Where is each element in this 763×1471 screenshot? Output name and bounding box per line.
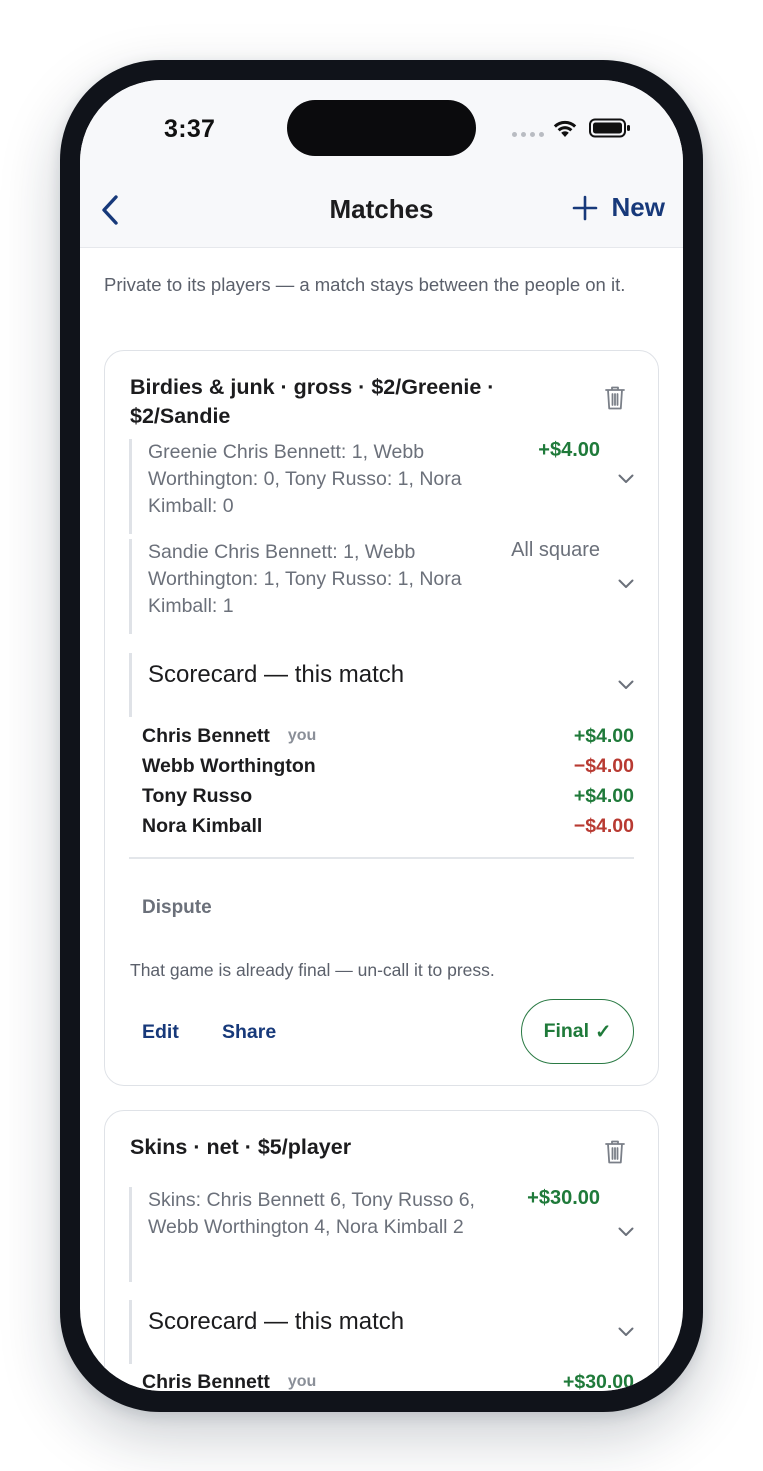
chevron-down-icon bbox=[618, 1327, 634, 1336]
game-line-amount: +$30.00 bbox=[527, 1187, 600, 1209]
game-line-skins[interactable]: Skins: Chris Bennett 6, Tony Russo 6, We… bbox=[129, 1187, 634, 1282]
match-title: Skins · net · $5/player bbox=[130, 1135, 352, 1159]
final-notice: That game is already final — un-call it … bbox=[130, 960, 495, 980]
trash-icon[interactable] bbox=[604, 1139, 626, 1165]
scorecard-label: Scorecard — this match bbox=[148, 1308, 405, 1335]
player-name: Nora Kimball bbox=[142, 814, 263, 837]
final-label: Final bbox=[543, 1020, 590, 1042]
scorecard-label: Scorecard — this match bbox=[148, 661, 405, 688]
privacy-note: Private to its players — a match stays b… bbox=[104, 274, 626, 295]
you-badge: you bbox=[287, 1373, 317, 1390]
trash-icon[interactable] bbox=[604, 385, 626, 411]
dynamic-island bbox=[287, 100, 476, 156]
new-button-label: New bbox=[611, 192, 665, 222]
player-row: Webb Worthington −$4.00 bbox=[142, 751, 634, 781]
game-line-amount: +$4.00 bbox=[538, 439, 600, 461]
app-screen: 3:37 Matches New Private to its players … bbox=[80, 80, 683, 1391]
game-line-amount: All square bbox=[511, 539, 600, 561]
player-row: Tony Russo +$4.00 bbox=[142, 781, 634, 811]
chevron-down-icon bbox=[618, 474, 634, 483]
game-line-text: Skins: Chris Bennett 6, Tony Russo 6, We… bbox=[148, 1189, 475, 1238]
player-name: Chris Bennett bbox=[142, 724, 270, 747]
player-amount: +$4.00 bbox=[573, 784, 634, 807]
scorecard-toggle[interactable]: Scorecard — this match bbox=[129, 653, 634, 717]
wifi-icon bbox=[553, 120, 577, 137]
match-card: Skins · net · $5/player Skins: Chris Ben… bbox=[104, 1110, 659, 1391]
game-line-greenie[interactable]: Greenie Chris Bennett: 1, Webb Worthingt… bbox=[129, 439, 634, 534]
plus-icon bbox=[572, 195, 597, 220]
new-match-button[interactable]: New bbox=[572, 192, 665, 223]
match-card: Birdies & junk · gross · $2/Greenie · $2… bbox=[104, 350, 659, 1086]
player-amount: +$4.00 bbox=[573, 724, 634, 747]
divider bbox=[129, 857, 634, 859]
player-name: Webb Worthington bbox=[142, 754, 316, 777]
chevron-down-icon bbox=[618, 680, 634, 689]
chevron-down-icon bbox=[618, 1227, 634, 1236]
player-row: Nora Kimball −$4.00 bbox=[142, 811, 634, 841]
player-amount: +$30.00 bbox=[562, 1370, 634, 1392]
edit-button[interactable]: Edit bbox=[142, 1021, 179, 1044]
player-amount: −$4.00 bbox=[573, 814, 634, 837]
share-button[interactable]: Share bbox=[222, 1021, 276, 1044]
game-line-sandie[interactable]: Sandie Chris Bennett: 1, Webb Worthingto… bbox=[129, 539, 634, 634]
top-bar: 3:37 Matches New bbox=[80, 80, 683, 248]
battery-icon bbox=[589, 118, 630, 138]
player-row: Chris Bennett you +$4.00 bbox=[142, 721, 634, 751]
scorecard-toggle[interactable]: Scorecard — this match bbox=[129, 1300, 634, 1364]
dispute-button[interactable]: Dispute bbox=[142, 897, 212, 919]
chevron-down-icon bbox=[618, 579, 634, 588]
status-time: 3:37 bbox=[164, 115, 216, 143]
player-row: Chris Bennett you +$30.00 bbox=[142, 1367, 634, 1392]
cellular-signal-icon bbox=[512, 132, 544, 137]
player-amount: −$4.00 bbox=[573, 754, 634, 777]
you-badge: you bbox=[287, 727, 317, 744]
game-line-text: Sandie Chris Bennett: 1, Webb Worthingto… bbox=[148, 541, 462, 617]
player-name: Tony Russo bbox=[142, 784, 253, 807]
match-title: Birdies & junk · gross · $2/Greenie · $2… bbox=[130, 375, 495, 428]
final-button[interactable]: Final ✓ bbox=[521, 999, 634, 1064]
checkmark-icon: ✓ bbox=[595, 1020, 612, 1043]
player-name: Chris Bennett bbox=[142, 1370, 270, 1392]
game-line-text: Greenie Chris Bennett: 1, Webb Worthingt… bbox=[148, 441, 462, 517]
